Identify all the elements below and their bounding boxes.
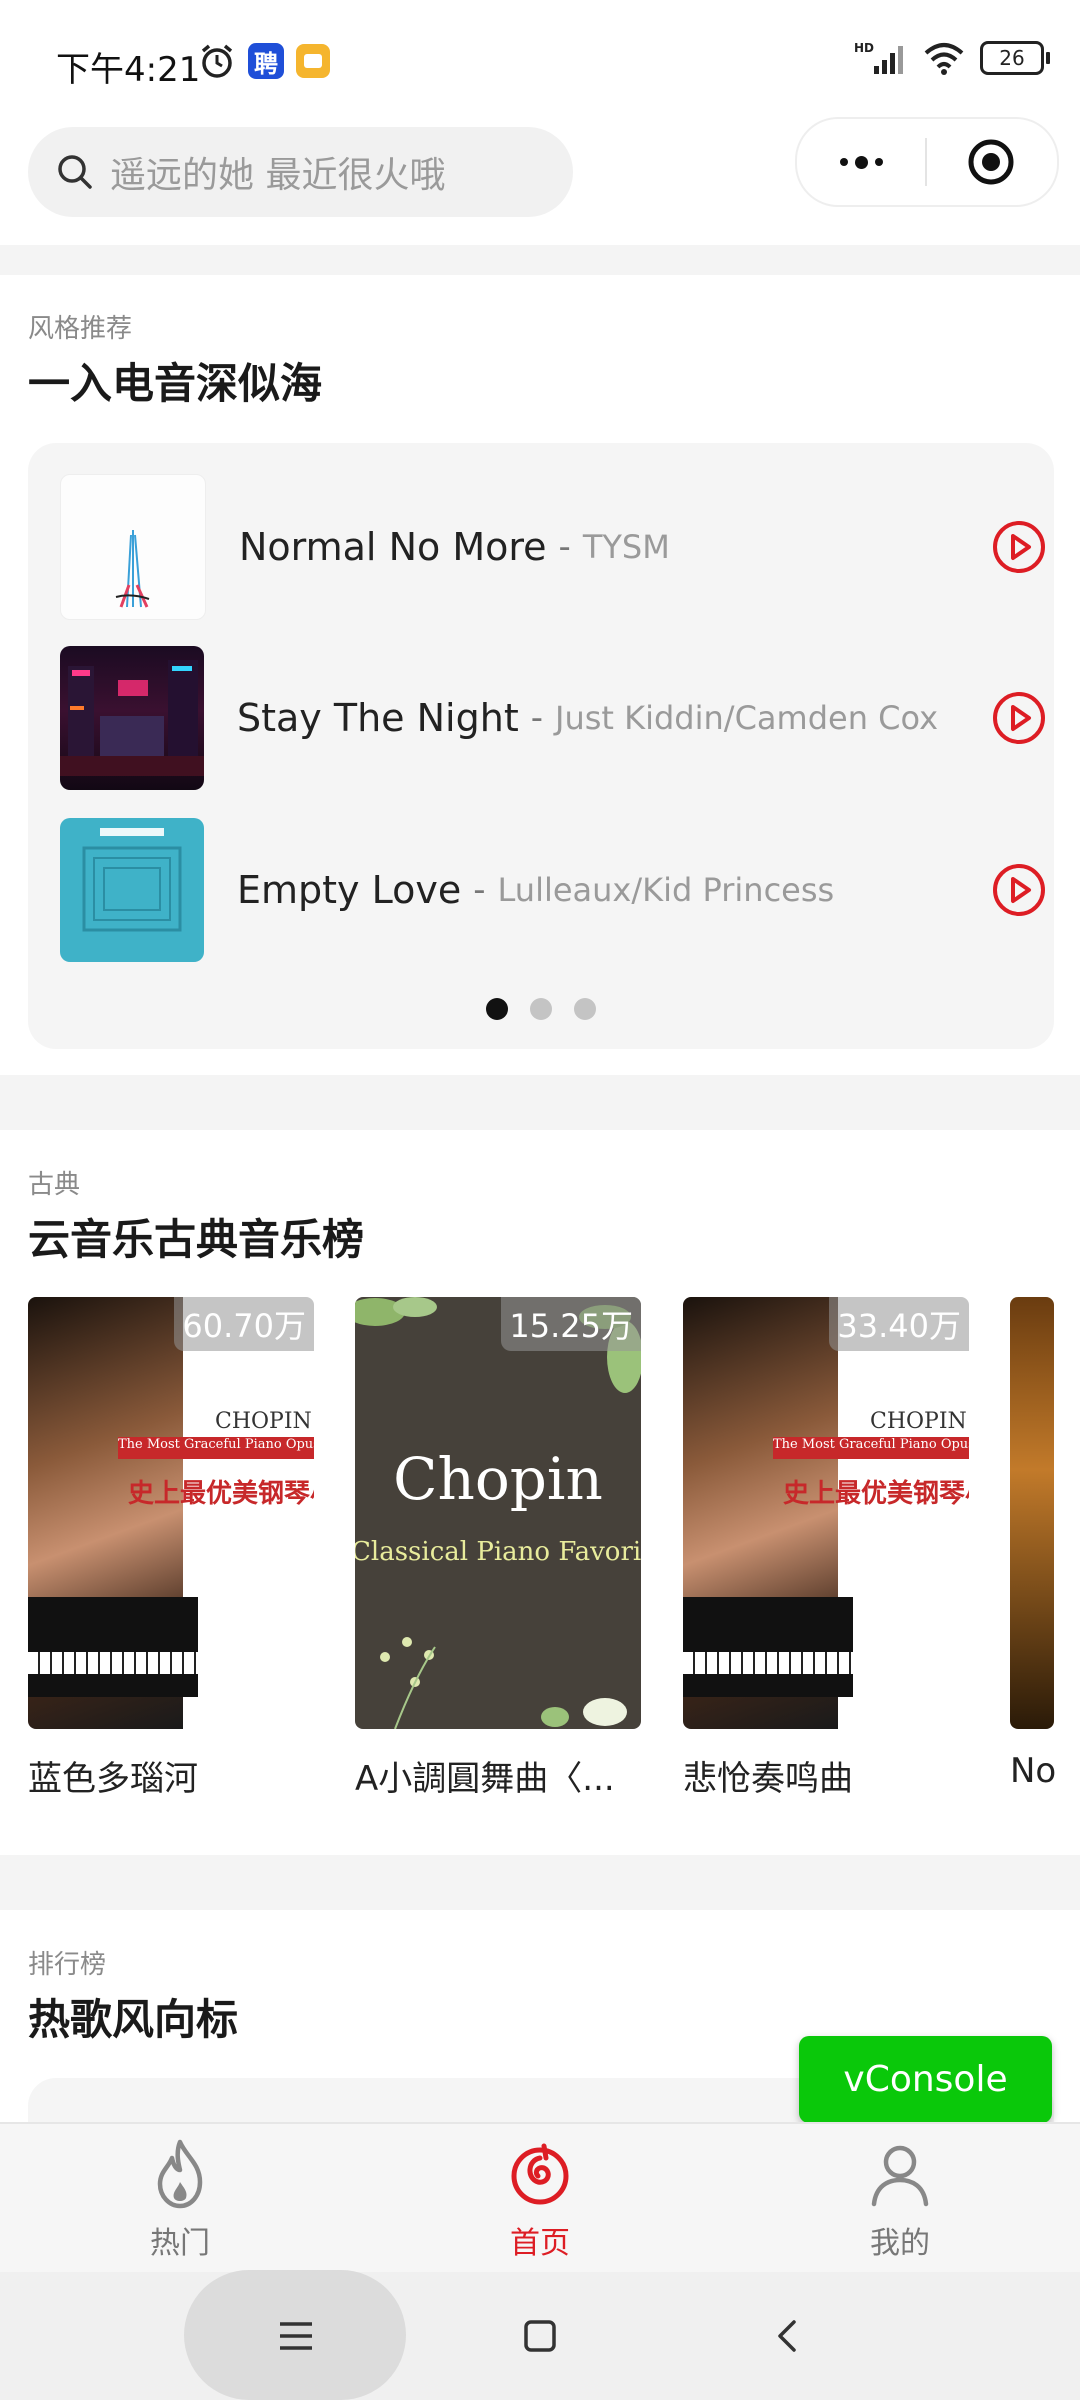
play-icon[interactable] <box>992 691 1046 745</box>
song-title: Stay The Night <box>237 696 519 740</box>
search-input[interactable]: 遥远的她 最近很火哦 <box>28 127 573 217</box>
song-cover <box>60 818 204 962</box>
app-notification-icon: 聘 <box>248 43 284 79</box>
song-artist: TYSM <box>582 528 670 566</box>
carousel-dot[interactable] <box>530 998 552 1020</box>
netease-logo-icon <box>511 2143 569 2205</box>
album-title: No <box>1010 1751 1057 1791</box>
alarm-icon <box>201 44 233 78</box>
album-card[interactable]: CHOPIN The Most Graceful Piano Opuscule … <box>683 1297 969 1800</box>
separator: - <box>530 698 543 738</box>
tab-bar: 热门 首页 我的 <box>0 2122 1080 2274</box>
close-miniprogram-button[interactable] <box>927 119 1055 205</box>
tab-hot[interactable]: 热门 <box>80 2138 280 2262</box>
album-cover: CHOPIN The Most Graceful Piano Opuscule … <box>28 1297 314 1729</box>
back-icon <box>778 2320 796 2352</box>
status-time: 下午4:21 <box>56 50 201 90</box>
album-title: A小調圓舞曲〈... <box>355 1759 615 1799</box>
more-button[interactable] <box>797 119 925 205</box>
section-title: 热歌风向标 <box>28 1995 239 2044</box>
carousel-dot[interactable] <box>574 998 596 1020</box>
play-icon[interactable] <box>992 520 1046 574</box>
album-title: 悲怆奏鸣曲 <box>683 1759 853 1799</box>
svg-text:HD: HD <box>854 41 874 55</box>
menu-button[interactable] <box>278 2318 314 2358</box>
album-card[interactable]: Chopin Classical Piano Favorites 15.25万 … <box>355 1297 641 1800</box>
tab-home[interactable]: 首页 <box>440 2138 640 2262</box>
separator: - <box>473 870 486 910</box>
tab-label: 首页 <box>510 2226 570 2261</box>
signal-icon: HD <box>854 41 903 74</box>
album-cover: CHOPIN The Most Graceful Piano Opuscule … <box>683 1297 969 1729</box>
battery-icon: 26 <box>980 41 1044 75</box>
play-count: 33.40万 <box>829 1297 969 1351</box>
song-item[interactable]: Stay The Night - Just Kiddin/Camden Cox <box>60 646 1050 790</box>
search-placeholder: 遥远的她 最近很火哦 <box>110 155 446 196</box>
search-icon <box>58 155 92 189</box>
song-cover <box>60 646 204 790</box>
section-subtitle: 排行榜 <box>28 1950 107 1980</box>
tab-label: 热门 <box>150 2226 210 2261</box>
album-card[interactable]: CHOPIN The Most Graceful Piano Opuscule … <box>28 1297 314 1800</box>
song-item[interactable]: Normal No More - TYSM <box>60 474 1050 620</box>
menu-icon <box>280 2322 312 2350</box>
wifi-icon <box>924 43 964 75</box>
carousel-dot[interactable] <box>486 998 508 1020</box>
song-cover <box>60 474 206 620</box>
separator: - <box>558 527 571 567</box>
carousel-indicator <box>28 998 1054 1020</box>
play-icon[interactable] <box>992 863 1046 917</box>
album-cover: Chopin Classical Piano Favorites 15.25万 <box>355 1297 641 1729</box>
miniprogram-capsule <box>795 117 1059 207</box>
song-artist: Just Kiddin/Camden Cox <box>555 699 939 737</box>
song-title: Empty Love <box>237 868 462 912</box>
song-recommend-card: Normal No More - TYSM Stay The Night - J… <box>28 443 1054 1049</box>
section-title: 云音乐古典音乐榜 <box>28 1215 365 1264</box>
album-cover <box>1010 1297 1054 1729</box>
section-title: 一入电音深似海 <box>28 359 323 408</box>
flame-icon <box>157 2139 203 2209</box>
message-notification-icon <box>296 44 330 78</box>
user-icon <box>871 2145 929 2207</box>
square-icon <box>524 2320 556 2352</box>
more-icon <box>839 155 883 169</box>
vconsole-button[interactable]: vConsole <box>799 2036 1052 2123</box>
song-artist: Lulleaux/Kid Princess <box>497 871 835 909</box>
song-title: Normal No More <box>239 525 547 569</box>
tab-label: 我的 <box>870 2226 930 2261</box>
play-count: 15.25万 <box>501 1297 641 1351</box>
status-bar: 下午4:21 聘 HD 26 <box>0 0 1080 120</box>
tab-mine[interactable]: 我的 <box>800 2138 1000 2262</box>
section-subtitle: 古典 <box>28 1170 81 1200</box>
play-count: 60.70万 <box>174 1297 314 1351</box>
album-title: 蓝色多瑙河 <box>28 1759 198 1799</box>
album-card[interactable]: No <box>1010 1297 1080 1791</box>
target-icon <box>968 139 1014 185</box>
home-button[interactable] <box>522 2318 558 2358</box>
song-item[interactable]: Empty Love - Lulleaux/Kid Princess <box>60 818 1050 962</box>
back-button[interactable] <box>770 2318 806 2358</box>
section-subtitle: 风格推荐 <box>28 314 133 344</box>
